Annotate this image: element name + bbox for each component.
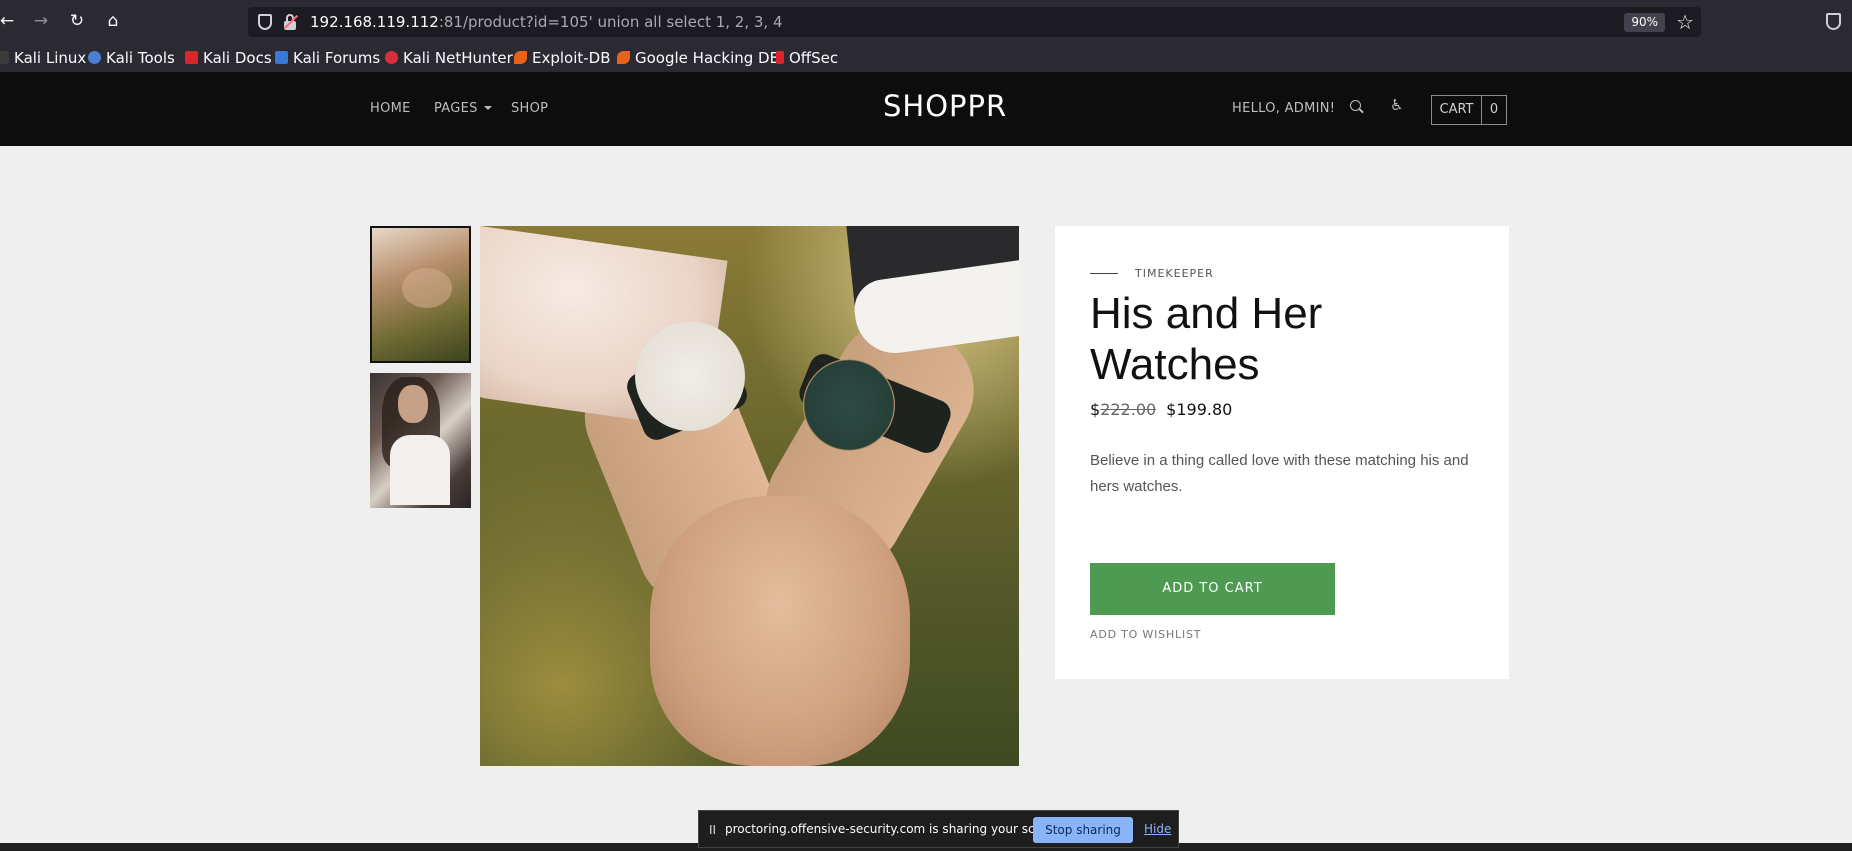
product-category[interactable]: TIMEKEEPER [1135, 267, 1214, 280]
insecure-lock-icon[interactable] [283, 14, 299, 30]
bookmark-kali-forums[interactable]: Kali Forums [275, 48, 380, 68]
exploit-db-icon [514, 51, 527, 64]
sale-price: $199.80 [1166, 400, 1233, 419]
reload-icon[interactable]: ↻ [66, 10, 88, 32]
nav-pages[interactable]: PAGES [434, 101, 492, 116]
category-divider [1090, 273, 1118, 274]
product-title: His and Her Watches [1090, 289, 1323, 389]
old-price: $222.00 [1090, 400, 1157, 419]
ghdb-icon [617, 51, 630, 64]
bookmark-offsec[interactable]: OffSec [776, 48, 838, 68]
bookmark-kali-tools[interactable]: Kali Tools [88, 48, 175, 68]
add-to-cart-button[interactable]: ADD TO CART [1090, 563, 1335, 615]
product-thumbnail-1[interactable] [370, 226, 471, 363]
kali-tools-icon [88, 51, 101, 64]
kali-docs-icon [185, 51, 198, 64]
pause-icon: II [709, 823, 717, 837]
bookmarks-bar: Kali Linux Kali Tools Kali Docs Kali For… [0, 44, 1852, 73]
screen-sharing-bar: II proctoring.offensive-security.com is … [698, 810, 1179, 848]
product-description: Believe in a thing called love with thes… [1090, 452, 1469, 495]
kali-forums-icon [275, 51, 288, 64]
product-thumbnail-2[interactable] [370, 373, 471, 508]
url-path: :81/product?id=105' union all select 1, … [438, 13, 783, 31]
url-text[interactable]: 192.168.119.112:81/product?id=105' union… [310, 13, 783, 31]
accessibility-icon[interactable]: ♿ [1390, 96, 1403, 114]
back-icon[interactable]: ← [0, 10, 18, 32]
bookmark-kali-docs[interactable]: Kali Docs [185, 48, 272, 68]
white-watch-face [635, 321, 745, 431]
tracking-protection-icon[interactable] [258, 14, 272, 30]
bookmark-google-hacking-db[interactable]: Google Hacking DB [617, 48, 780, 68]
sharing-message: proctoring.offensive-security.com is sha… [725, 822, 1066, 836]
bookmark-kali-linux[interactable]: Kali Linux [0, 48, 86, 68]
bookmark-exploit-db[interactable]: Exploit-DB [514, 48, 611, 68]
browser-toolbar: ← → ↻ ⌂ 192.168.119.112:81/product?id=10… [0, 0, 1852, 44]
offsec-icon [776, 51, 784, 64]
bookmark-kali-nethunter[interactable]: Kali NetHunter [385, 48, 513, 68]
forward-icon[interactable]: → [30, 10, 52, 32]
site-logo[interactable]: SHOPPR [883, 89, 1007, 123]
hide-link[interactable]: Hide [1144, 822, 1171, 836]
pocket-icon[interactable] [1826, 13, 1841, 30]
cart-button[interactable]: CART 0 [1431, 95, 1507, 125]
user-greeting[interactable]: HELLO, ADMIN! [1232, 101, 1335, 116]
zoom-level[interactable]: 90% [1624, 13, 1665, 32]
kali-icon [0, 51, 9, 64]
url-host: 192.168.119.112 [310, 13, 439, 31]
product-details: TIMEKEEPER His and Her Watches $222.00 $1… [1055, 226, 1509, 679]
address-bar[interactable]: 192.168.119.112:81/product?id=105' union… [248, 7, 1701, 37]
nethunter-icon [385, 51, 398, 64]
cart-label: CART [1432, 96, 1482, 124]
nav-shop[interactable]: SHOP [511, 101, 548, 116]
bookmark-star-icon[interactable]: ☆ [1676, 10, 1694, 34]
caret-down-icon [483, 106, 492, 110]
product-price: $222.00 $199.80 [1090, 400, 1232, 419]
nav-home[interactable]: HOME [370, 101, 411, 116]
add-to-wishlist-link[interactable]: ADD TO WISHLIST [1090, 628, 1201, 641]
site-header: HOME PAGES SHOP SHOPPR HELLO, ADMIN! ♿ C… [0, 73, 1852, 146]
green-watch-face [803, 359, 895, 451]
cart-count: 0 [1489, 102, 1499, 117]
search-icon[interactable] [1350, 100, 1361, 111]
product-main-image [480, 226, 1019, 766]
home-icon[interactable]: ⌂ [102, 10, 124, 32]
stop-sharing-button[interactable]: Stop sharing [1033, 817, 1133, 843]
